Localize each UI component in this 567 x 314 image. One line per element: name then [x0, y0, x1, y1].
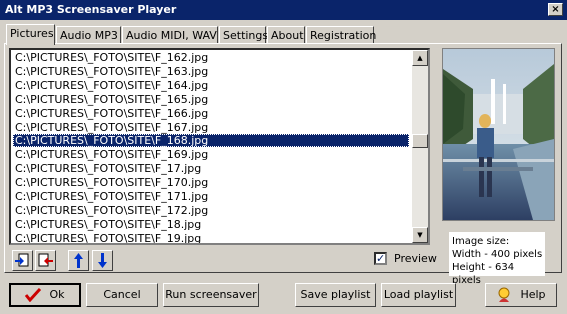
list-item-selected[interactable]: C:\PICTURES\_FOTO\SITE\F_168.jpg: [13, 134, 409, 148]
list-item[interactable]: C:\PICTURES\_FOTO\SITE\F_170.jpg: [13, 176, 208, 189]
ok-button[interactable]: Ok: [9, 283, 81, 307]
tab-audio-mp3[interactable]: Audio MP3: [56, 26, 121, 44]
remove-files-button[interactable]: [35, 250, 56, 271]
scroll-down-icon[interactable]: ▼: [412, 227, 428, 243]
list-item[interactable]: C:\PICTURES\_FOTO\SITE\F_171.jpg: [13, 190, 208, 203]
cancel-button[interactable]: Cancel: [86, 283, 158, 307]
help-button-label: Help: [520, 288, 546, 301]
move-down-icon: [98, 253, 107, 268]
scroll-thumb[interactable]: [412, 134, 428, 148]
picture-file-list[interactable]: C:\PICTURES\_FOTO\SITE\F_162.jpg C:\PICTU…: [9, 48, 430, 245]
list-scrollbar[interactable]: ▲ ▼: [412, 50, 428, 243]
tab-settings[interactable]: Settings: [219, 26, 268, 44]
add-files-icon: [15, 253, 29, 267]
scroll-up-icon[interactable]: ▲: [412, 50, 428, 66]
help-icon: [498, 287, 510, 302]
tab-audio-midi-wav[interactable]: Audio MIDI, WAV: [122, 26, 218, 44]
list-item[interactable]: C:\PICTURES\_FOTO\SITE\F_165.jpg: [13, 93, 208, 106]
help-button[interactable]: Help: [485, 283, 557, 307]
ok-button-label: Ok: [49, 288, 65, 301]
window-close-button[interactable]: ×: [548, 3, 563, 16]
save-playlist-button[interactable]: Save playlist: [295, 283, 376, 307]
remove-files-icon: [38, 253, 53, 267]
preview-photo: [443, 49, 554, 220]
tab-pictures[interactable]: Pictures: [6, 24, 55, 45]
list-item[interactable]: C:\PICTURES\_FOTO\SITE\F_162.jpg: [13, 51, 208, 64]
move-down-button[interactable]: [92, 250, 113, 271]
image-width-text: Width - 400 pixels: [452, 249, 543, 260]
load-playlist-button[interactable]: Load playlist: [381, 283, 456, 307]
tab-about[interactable]: About: [267, 26, 305, 44]
image-size-label: Image size:: [452, 236, 510, 247]
list-item[interactable]: C:\PICTURES\_FOTO\SITE\F_19.jpg: [13, 232, 201, 243]
list-item[interactable]: C:\PICTURES\_FOTO\SITE\F_17.jpg: [13, 162, 201, 175]
list-item[interactable]: C:\PICTURES\_FOTO\SITE\F_163.jpg: [13, 65, 208, 78]
checkmark-icon: ✓: [376, 252, 386, 265]
move-up-button[interactable]: [68, 250, 89, 271]
add-files-button[interactable]: [12, 250, 33, 271]
run-screensaver-button[interactable]: Run screensaver: [163, 283, 259, 307]
list-item[interactable]: C:\PICTURES\_FOTO\SITE\F_167.jpg: [13, 121, 208, 134]
title-bar: Alt MP3 Screensaver Player ×: [0, 0, 567, 20]
list-item[interactable]: C:\PICTURES\_FOTO\SITE\F_18.jpg: [13, 218, 201, 231]
list-item[interactable]: C:\PICTURES\_FOTO\SITE\F_169.jpg: [13, 148, 208, 161]
checkmark-icon: [25, 288, 42, 302]
tab-registration[interactable]: Registration: [306, 26, 376, 44]
image-preview: [442, 48, 555, 221]
list-item[interactable]: C:\PICTURES\_FOTO\SITE\F_164.jpg: [13, 79, 208, 92]
preview-checkbox-label[interactable]: Preview: [394, 252, 437, 265]
list-item[interactable]: C:\PICTURES\_FOTO\SITE\F_172.jpg: [13, 204, 208, 217]
preview-checkbox[interactable]: ✓: [374, 252, 387, 265]
window-title: Alt MP3 Screensaver Player: [5, 3, 177, 16]
list-item[interactable]: C:\PICTURES\_FOTO\SITE\F_166.jpg: [13, 107, 208, 120]
move-up-icon: [74, 253, 83, 268]
image-size-info: Image size: Width - 400 pixels Height - …: [449, 232, 545, 286]
